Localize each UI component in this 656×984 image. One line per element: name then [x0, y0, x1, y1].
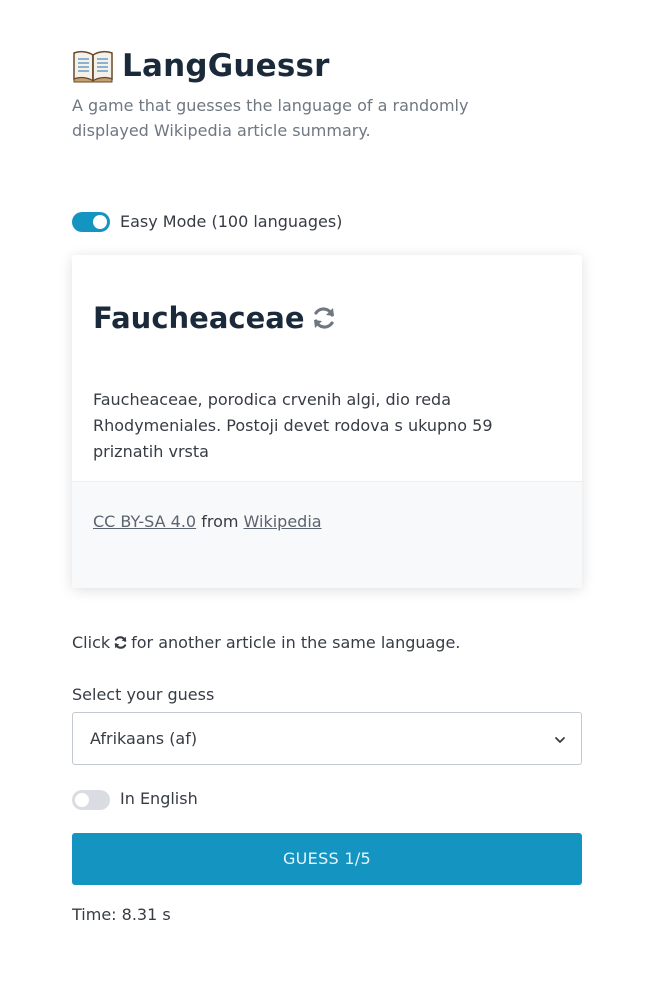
app-page: LangGuessr A game that guesses the langu… — [0, 0, 656, 984]
article-summary: Faucheaceae, porodica crvenih algi, dio … — [93, 390, 493, 461]
app-subtitle: A game that guesses the language of a ra… — [72, 96, 469, 140]
hint-before: Click — [72, 633, 111, 652]
article-title: Faucheaceae — [93, 301, 305, 335]
hint-after: for another article in the same language… — [131, 633, 461, 652]
easy-mode-label: Easy Mode (100 languages) — [120, 212, 343, 231]
attribution: CC BY-SA 4.0 from Wikipedia — [93, 512, 322, 531]
in-english-toggle[interactable] — [72, 790, 110, 810]
easy-mode-toggle[interactable] — [72, 212, 110, 232]
toggle-knob — [93, 215, 107, 229]
refresh-icon[interactable] — [311, 305, 337, 331]
header: LangGuessr A game that guesses the langu… — [72, 44, 592, 143]
license-link[interactable]: CC BY-SA 4.0 — [93, 512, 196, 531]
card-footer: CC BY-SA 4.0 from Wikipedia — [72, 482, 582, 588]
toggle-knob — [75, 793, 89, 807]
guess-select-label: Select your guess — [72, 685, 215, 704]
selected-language: Afrikaans (af) — [90, 729, 198, 748]
open-book-icon — [72, 49, 114, 83]
language-select[interactable]: Afrikaans (af) — [72, 712, 582, 765]
guess-button[interactable]: GUESS 1/5 — [72, 833, 582, 885]
timer: Time: 8.31 s — [72, 905, 171, 924]
title-row: LangGuessr — [72, 44, 592, 88]
wikipedia-link[interactable]: Wikipedia — [244, 512, 322, 531]
refresh-hint: Click for another article in the same la… — [72, 633, 460, 652]
article-card: Faucheaceae Faucheaceae, porodica crveni… — [72, 255, 582, 588]
in-english-label: In English — [120, 789, 198, 808]
refresh-icon — [113, 635, 128, 650]
chevron-down-icon — [553, 732, 567, 746]
article-title-row: Faucheaceae — [93, 301, 337, 335]
app-title: LangGuessr — [122, 48, 330, 84]
attribution-from: from — [201, 512, 239, 531]
